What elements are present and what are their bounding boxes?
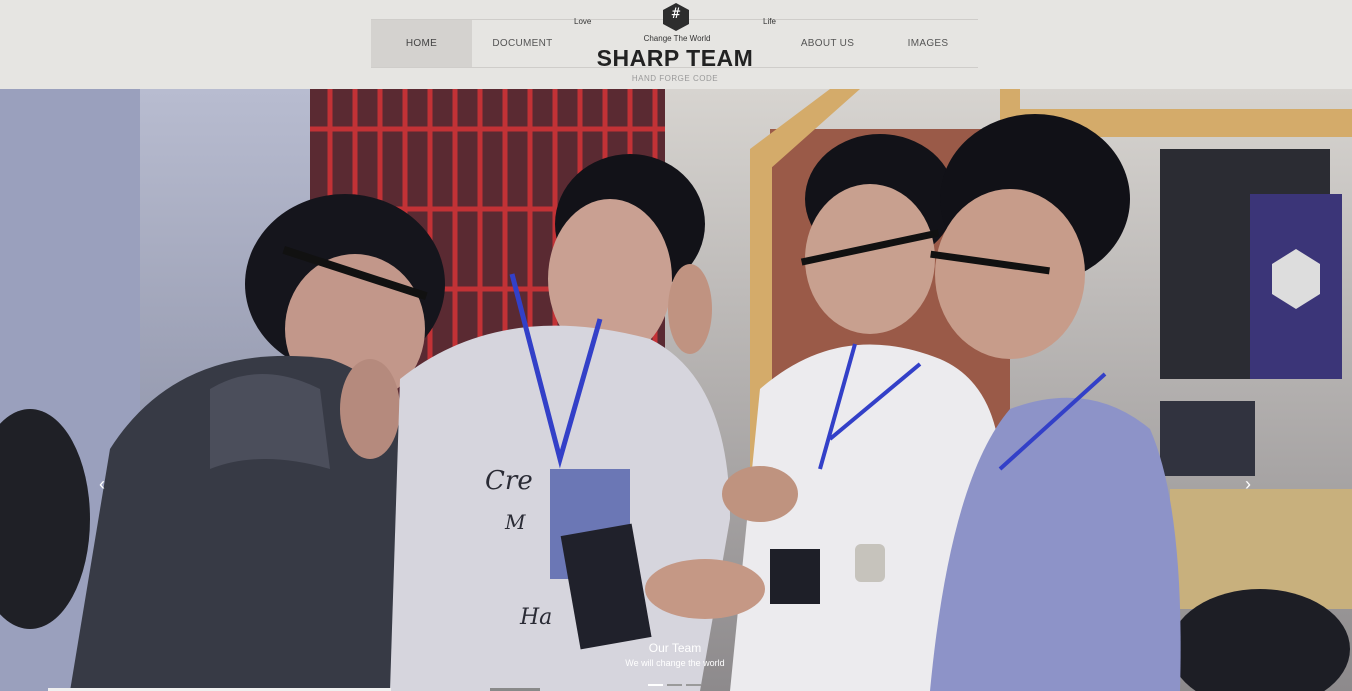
svg-text:M: M xyxy=(504,510,526,534)
chevron-right-icon: › xyxy=(1245,474,1251,494)
logo-right-word: Life xyxy=(763,17,776,26)
nav-item-home[interactable]: HOME xyxy=(371,20,472,67)
chevron-left-icon: ‹ xyxy=(99,474,105,494)
site-header: HOME DOCUMENT ABOUT US IMAGES # Love Cha… xyxy=(0,0,1352,89)
carousel-caption-title: Our Team xyxy=(648,641,702,655)
carousel-next-button[interactable]: › xyxy=(1238,472,1258,496)
carousel-indicator-1[interactable] xyxy=(648,684,663,686)
logo-symbol: # xyxy=(671,6,681,22)
nav-item-about-us[interactable]: ABOUT US xyxy=(777,20,878,67)
carousel-caption-subtitle: We will change the world xyxy=(625,658,725,668)
svg-text:Cre: Cre xyxy=(485,466,533,496)
logo-top-word: Change The World xyxy=(643,34,711,43)
logo-left-word: Love xyxy=(574,17,592,26)
carousel-indicator-2[interactable] xyxy=(667,684,682,686)
brand-slogan: HAND FORGE CODE xyxy=(631,74,719,83)
hero-carousel: Cre M Ha ‹ › xyxy=(0,89,1352,691)
carousel-prev-button[interactable]: ‹ xyxy=(92,472,112,496)
brand-title[interactable]: SHARP TEAM xyxy=(560,45,790,72)
nav-item-images[interactable]: IMAGES xyxy=(878,20,978,67)
team-photo: Cre M Ha xyxy=(0,89,1352,691)
svg-text:Ha: Ha xyxy=(519,605,552,630)
carousel-indicator-3[interactable] xyxy=(686,684,701,686)
nav-item-document[interactable]: DOCUMENT xyxy=(472,20,573,67)
